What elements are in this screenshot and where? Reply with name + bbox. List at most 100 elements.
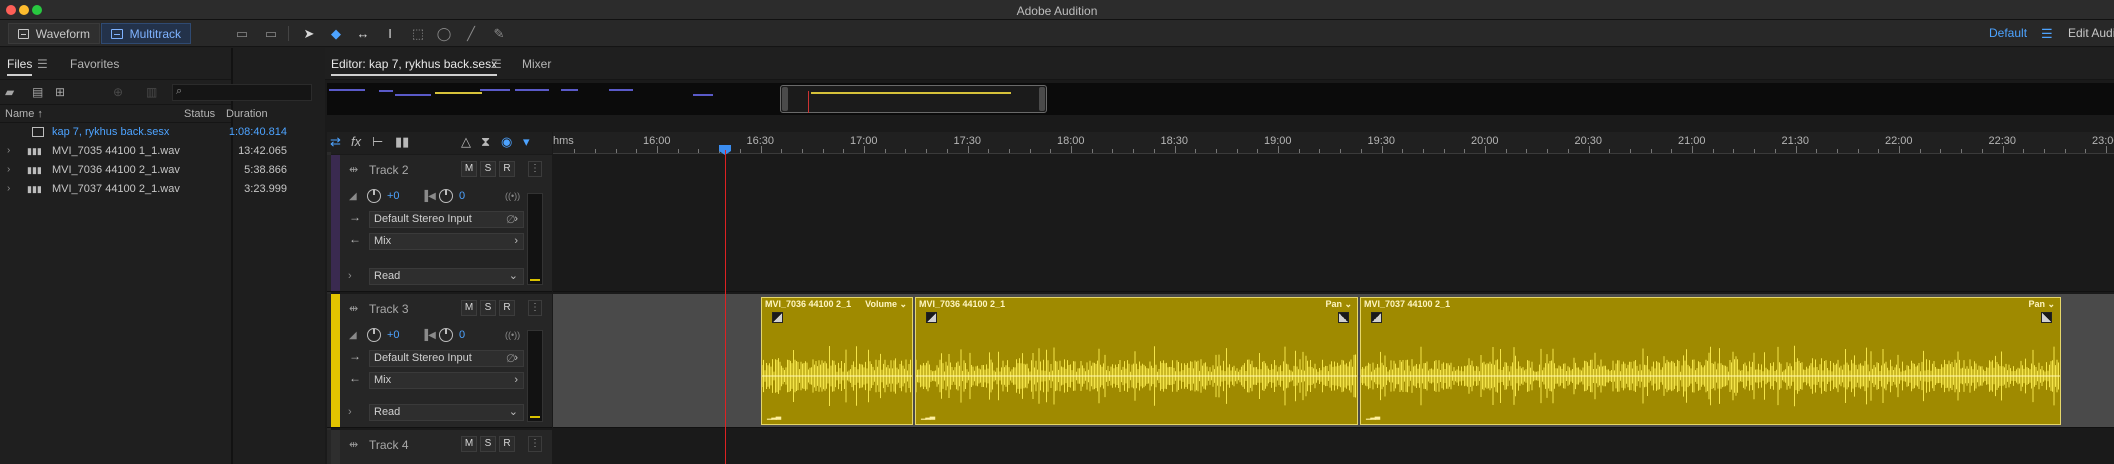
file-row[interactable]: › ▮▮▮ MVI_7037 44100 2_1.wav 3:23.999 [0, 180, 287, 199]
track-more-icon[interactable]: ⋮ [528, 436, 542, 452]
snap-icon[interactable]: ⧗ [481, 134, 490, 150]
expand-chevron-icon[interactable]: › [7, 145, 10, 156]
delete-file-icon[interactable]: ▥ [146, 85, 157, 99]
multitrack-view-button[interactable]: Multitrack [101, 23, 191, 44]
automation-mode-select[interactable]: Read ⌄ [369, 268, 524, 285]
solo-button[interactable]: S [480, 300, 496, 316]
expand-automation-icon[interactable]: › [348, 406, 352, 418]
output-select[interactable]: Mix › [369, 372, 524, 389]
solo-button[interactable]: S [480, 436, 496, 452]
pan-value[interactable]: 0 [459, 190, 465, 202]
marker-icon[interactable]: ▾ [523, 134, 530, 150]
input-select[interactable]: Default Stereo Input › [369, 350, 524, 367]
waveform-view-button[interactable]: Waveform [8, 23, 100, 44]
track-more-icon[interactable]: ⋮ [528, 161, 542, 177]
automation-mode-select[interactable]: Read ⌄ [369, 404, 524, 421]
track-more-icon[interactable]: ⋮ [528, 300, 542, 316]
file-row-session[interactable]: kap 7, rykhus back.sesx 1:08:40.814 [0, 123, 287, 142]
mute-button[interactable]: M [461, 300, 477, 316]
volume-knob[interactable] [367, 328, 381, 342]
drag-handle-icon[interactable]: ⇹ [349, 163, 358, 176]
mute-button[interactable]: M [461, 436, 477, 452]
polarity-icon[interactable]: ∅ [506, 213, 516, 226]
track-lane-track-4[interactable] [553, 430, 2114, 464]
spot-healing-tool-icon[interactable]: ✎ [489, 24, 509, 43]
toggle-inputs-outputs-icon[interactable]: ⇄ [330, 134, 341, 150]
sends-icon[interactable]: ⊢ [372, 134, 383, 150]
column-duration[interactable]: Duration [226, 108, 268, 120]
volume-knob[interactable] [367, 189, 381, 203]
audio-clip[interactable]: MVI_7036 44100 2_1 Pan ⌄ ▁▂▃ [915, 297, 1358, 425]
pan-value[interactable]: 0 [459, 329, 465, 341]
file-row[interactable]: › ▮▮▮ MVI_7036 44100 2_1.wav 5:38.866 [0, 161, 287, 180]
files-panel-menu-icon[interactable]: ☰ [37, 57, 48, 71]
pitch-display-icon[interactable]: ▭ [261, 24, 281, 43]
track-name[interactable]: Track 2 [369, 163, 409, 177]
pan-knob[interactable] [439, 189, 453, 203]
eq-icon[interactable]: ▮▮ [395, 134, 409, 150]
input-select[interactable]: Default Stereo Input › [369, 211, 524, 228]
expand-chevron-icon[interactable]: › [7, 164, 10, 175]
stereo-icon[interactable]: ((•)) [505, 330, 520, 340]
stereo-icon[interactable]: ((•)) [505, 191, 520, 201]
time-selection-tool-icon[interactable]: I [380, 24, 400, 43]
track-lane-track-3[interactable]: MVI_7036 44100 2_1 Volume ⌄ ▁▂▃ MVI_7036… [553, 294, 2114, 428]
import-file-icon[interactable]: ▤ [32, 85, 43, 99]
editor-panel-menu-icon[interactable]: ☰ [491, 57, 502, 71]
workspace-selector[interactable]: Default [1989, 26, 2027, 40]
session-overview[interactable] [327, 83, 2114, 115]
new-file-icon[interactable]: ⊞ [55, 85, 65, 99]
tab-favorites[interactable]: Favorites [70, 57, 119, 71]
open-file-icon[interactable]: ▰ [5, 85, 14, 99]
overview-right-handle[interactable] [1039, 87, 1045, 111]
polarity-icon[interactable]: ∅ [506, 352, 516, 365]
fade-in-handle[interactable] [772, 312, 783, 323]
record-arm-button[interactable]: R [499, 436, 515, 452]
fade-out-handle[interactable] [1338, 312, 1349, 323]
record-arm-button[interactable]: R [499, 300, 515, 316]
move-tool-icon[interactable]: ➤ [299, 24, 319, 43]
expand-automation-icon[interactable]: › [348, 270, 352, 282]
column-status[interactable]: Status [184, 108, 215, 120]
overview-left-handle[interactable] [782, 87, 788, 111]
clip-envelope-tag[interactable]: Volume ⌄ [865, 299, 907, 310]
slip-tool-icon[interactable]: ↔ [353, 24, 373, 43]
track-name[interactable]: Track 3 [369, 302, 409, 316]
files-search-input[interactable] [172, 84, 312, 101]
file-row[interactable]: › ▮▮▮ MVI_7035 44100 1_1.wav 13:42.065 [0, 142, 287, 161]
fade-out-handle[interactable] [2041, 312, 2052, 323]
clip-envelope-tag[interactable]: Pan ⌄ [1325, 299, 1352, 310]
metronome-icon[interactable]: △ [461, 134, 471, 150]
audio-clip[interactable]: MVI_7037 44100 2_1 Pan ⌄ ▁▂▃ [1360, 297, 2061, 425]
insert-into-multitrack-icon[interactable]: ⊕ [113, 85, 123, 99]
effects-rack-icon[interactable]: fx [351, 134, 361, 149]
brush-tool-icon[interactable]: ╱ [461, 24, 481, 43]
clip-envelope-tag[interactable]: Pan ⌄ [2028, 299, 2055, 310]
drag-handle-icon[interactable]: ⇹ [349, 302, 358, 315]
track-name[interactable]: Track 4 [369, 438, 409, 452]
output-select[interactable]: Mix › [369, 233, 524, 250]
playhead[interactable] [725, 150, 726, 464]
fade-in-handle[interactable] [1371, 312, 1382, 323]
expand-chevron-icon[interactable]: › [7, 183, 10, 194]
lasso-tool-icon[interactable]: ◯ [434, 24, 454, 43]
pan-knob[interactable] [439, 328, 453, 342]
time-ruler[interactable]: hms 16:00 16:30 17:00 17:30 18:00 18:30 19:00 1… [553, 132, 2114, 154]
mute-button[interactable]: M [461, 161, 477, 177]
column-name[interactable]: Name ↑ [5, 108, 43, 120]
workspace-menu-icon[interactable]: ☰ [2041, 26, 2053, 42]
volume-value[interactable]: +0 [387, 329, 400, 341]
razor-tool-icon[interactable]: ◆ [326, 24, 346, 43]
spectral-display-icon[interactable]: ▭ [232, 24, 252, 43]
tab-files[interactable]: Files [7, 57, 33, 76]
edit-audio-to-video-link[interactable]: Edit Audio to Video [2068, 26, 2114, 40]
tab-editor[interactable]: Editor: kap 7, rykhus back.sesx [331, 57, 498, 76]
record-arm-button[interactable]: R [499, 161, 515, 177]
track-lane-track-2[interactable] [553, 155, 2114, 292]
solo-button[interactable]: S [480, 161, 496, 177]
tab-mixer[interactable]: Mixer [522, 57, 551, 71]
drag-handle-icon[interactable]: ⇹ [349, 438, 358, 451]
marquee-tool-icon[interactable]: ⬚ [408, 24, 428, 43]
audio-clip[interactable]: MVI_7036 44100 2_1 Volume ⌄ ▁▂▃ [761, 297, 913, 425]
headphones-icon[interactable]: ◉ [501, 134, 512, 150]
